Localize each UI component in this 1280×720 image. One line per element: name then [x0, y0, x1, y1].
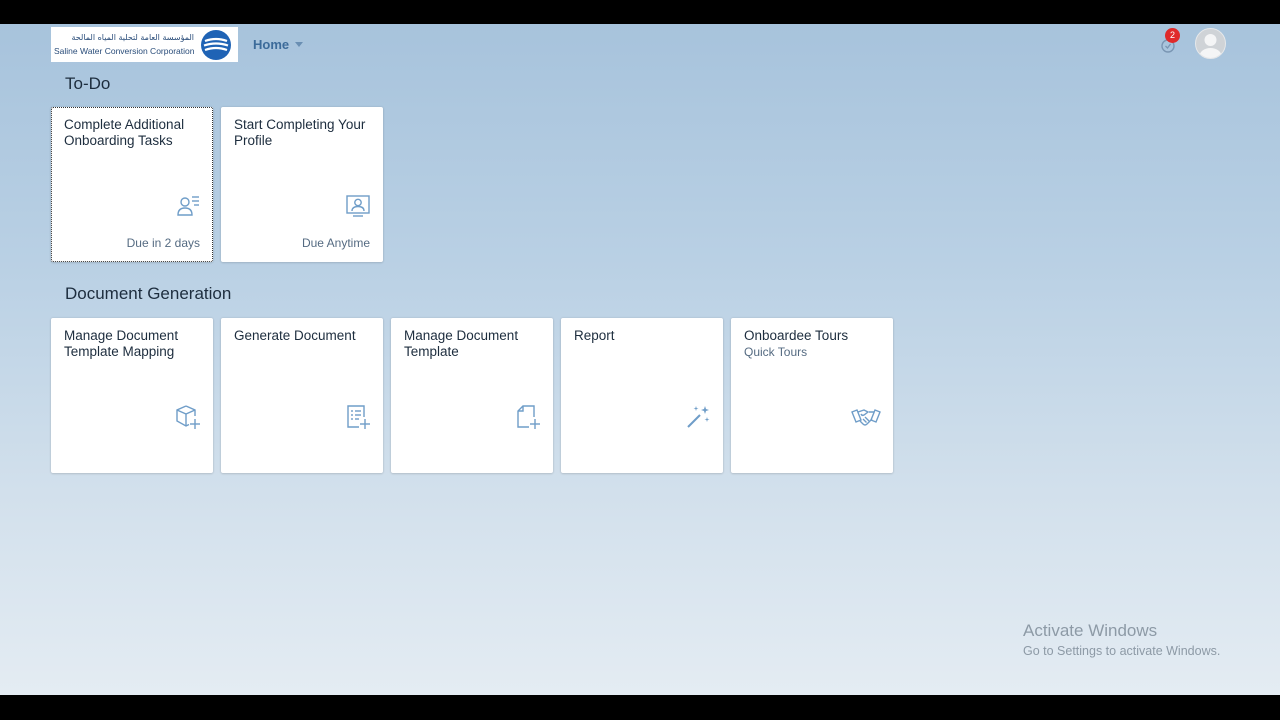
tile-start-completing-profile[interactable]: Start Completing Your Profile Due Anytim…	[221, 107, 383, 262]
tile-title: Onboardee Tours	[744, 328, 849, 343]
home-menu-button[interactable]: Home	[253, 36, 304, 52]
magic-wand-icon	[687, 406, 710, 428]
tile-complete-onboarding-tasks[interactable]: Complete Additional Onboarding Tasks Due…	[51, 107, 213, 262]
home-menu-label: Home	[253, 36, 290, 52]
section-title-document-generation: Document Generation	[65, 284, 232, 303]
tile-report[interactable]: Report	[561, 318, 723, 473]
tile-title: Start Completing Your Profile	[234, 117, 366, 148]
tile-onboardee-tours[interactable]: Onboardee Tours Quick Tours	[731, 318, 893, 473]
tile-manage-document-template[interactable]: Manage Document Template	[391, 318, 553, 473]
logo-emblem-icon	[201, 30, 231, 60]
document-list-add-icon	[347, 405, 370, 429]
tile-title: Complete Additional Onboarding Tasks	[64, 117, 185, 148]
handshake-icon	[851, 409, 881, 426]
section-title-todo: To-Do	[65, 74, 111, 93]
user-avatar[interactable]	[1195, 28, 1226, 59]
tile-title: Manage Document Template Mapping	[64, 328, 179, 359]
letterbox-bottom	[0, 695, 1280, 720]
tile-generate-document[interactable]: Generate Document	[221, 318, 383, 473]
watermark-subtitle: Go to Settings to activate Windows.	[1023, 644, 1221, 658]
tile-footer: Due Anytime	[301, 236, 370, 250]
profile-card-icon	[346, 195, 370, 217]
logo-arabic-text: المؤسسة العامة لتحلية المياه المالحة	[71, 33, 194, 42]
tile-title: Generate Document	[234, 328, 356, 343]
logo-english-text: Saline Water Conversion Corporation	[54, 46, 195, 56]
cube-add-icon	[176, 405, 200, 429]
tile-manage-document-template-mapping[interactable]: Manage Document Template Mapping	[51, 318, 213, 473]
activate-windows-watermark: Activate Windows Go to Settings to activ…	[1023, 621, 1220, 658]
shell-bar: المؤسسة العامة لتحلية المياه المالحة Sal…	[0, 24, 1280, 64]
notifications-button[interactable]: 2	[1158, 28, 1180, 55]
company-logo[interactable]: المؤسسة العامة لتحلية المياه المالحة Sal…	[51, 27, 238, 62]
letterbox-top	[0, 0, 1280, 24]
tile-footer: Due in 2 days	[126, 236, 200, 250]
tile-title: Report	[574, 328, 615, 343]
document-add-icon	[517, 405, 540, 429]
watermark-title: Activate Windows	[1023, 621, 1158, 640]
tile-title: Manage Document Template	[404, 328, 519, 359]
tile-subtitle: Quick Tours	[744, 345, 808, 359]
notification-badge: 2	[1165, 28, 1180, 43]
person-icon	[1199, 34, 1222, 58]
chevron-down-icon	[295, 41, 304, 47]
app-shell: المؤسسة العامة لتحلية المياه المالحة Sal…	[0, 24, 1280, 695]
user-list-icon	[177, 196, 199, 216]
